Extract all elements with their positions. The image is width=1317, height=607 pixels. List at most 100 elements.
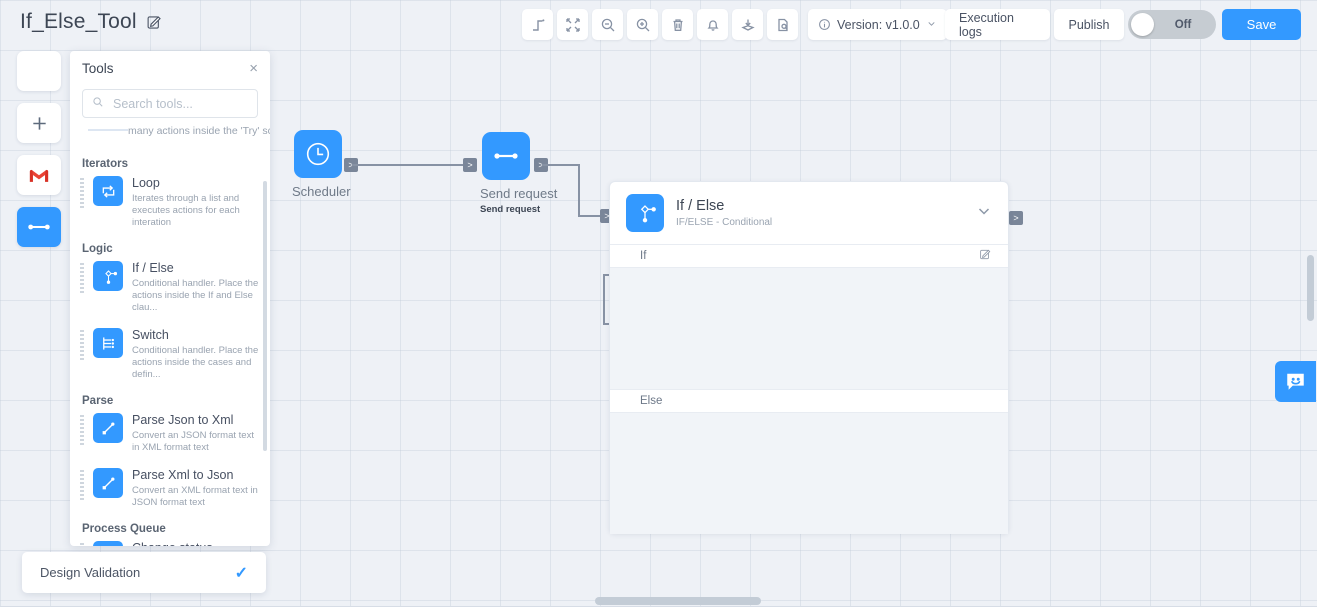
tool-item[interactable]: Loop Iterates through a list and executes… xyxy=(80,176,260,229)
if-branch-label: If xyxy=(640,250,646,262)
trash-icon-button[interactable] xyxy=(662,9,693,40)
tool-item[interactable]: Parse Xml to Json Convert an XML format t… xyxy=(80,468,260,509)
drag-handle-icon[interactable] xyxy=(80,543,84,546)
tools-panel-scrollbar[interactable] xyxy=(263,181,267,451)
node-send-request-label: Send request xyxy=(480,186,532,201)
tool-item-name: Parse Json to Xml xyxy=(132,413,260,428)
if-branch-bar[interactable]: If xyxy=(610,244,1008,268)
else-branch-body xyxy=(610,413,1008,534)
top-toolbar: If_Else_Tool xyxy=(0,0,1317,50)
tool-item-name: Parse Xml to Json xyxy=(132,468,260,483)
if-else-header[interactable]: If / Else IF/ELSE - Conditional xyxy=(610,182,1008,244)
node-send-request[interactable]: Send request Send request xyxy=(480,132,532,215)
save-button[interactable]: Save xyxy=(1222,9,1301,40)
close-icon[interactable]: × xyxy=(249,61,258,76)
workflow-title-group: If_Else_Tool xyxy=(20,10,163,34)
zoom-in-icon-button[interactable] xyxy=(627,9,658,40)
search-tools-field[interactable] xyxy=(82,89,258,118)
parse-xml-json-icon xyxy=(93,468,123,498)
port-sendrequest-in[interactable]: > xyxy=(463,158,477,172)
tools-list[interactable]: many actions inside the 'Try' scop... It… xyxy=(70,123,270,546)
tool-item-desc: Conditional handler. Place the actions i… xyxy=(132,345,260,381)
if-else-subtitle: IF/ELSE - Conditional xyxy=(676,217,772,228)
tool-item-name: Switch xyxy=(132,328,260,343)
edit-title-icon[interactable] xyxy=(146,14,163,31)
check-icon: ✓ xyxy=(235,563,248,583)
execution-logs-button[interactable]: Execution logs xyxy=(945,9,1050,40)
document-search-icon-button[interactable] xyxy=(767,9,798,40)
tools-section-title: Process Queue xyxy=(82,523,260,535)
rail-item-gmail[interactable] xyxy=(17,155,61,195)
version-label: Version: v1.0.0 xyxy=(837,18,920,32)
drag-handle-icon[interactable] xyxy=(80,415,84,445)
wire-sendrequest-h1 xyxy=(542,164,580,166)
chevron-down-icon xyxy=(926,18,937,32)
chevron-down-icon[interactable] xyxy=(976,203,992,224)
tool-item[interactable]: If / Else Conditional handler. Place the … xyxy=(80,261,260,314)
zoom-out-icon-button[interactable] xyxy=(592,9,623,40)
left-rail xyxy=(17,51,61,259)
else-branch-bar[interactable]: Else xyxy=(610,389,1008,413)
design-validation-label: Design Validation xyxy=(40,565,140,580)
drag-handle-icon[interactable] xyxy=(80,178,84,208)
wire-sendrequest-v xyxy=(578,164,580,217)
tools-panel-header: Tools × xyxy=(70,51,270,85)
edit-if-condition-icon[interactable] xyxy=(979,248,992,264)
tool-item-name: Loop xyxy=(132,176,260,191)
loop-icon xyxy=(93,176,123,206)
tool-item-desc: Iterates through a list and executes act… xyxy=(132,193,260,229)
wire-sendrequest-h2 xyxy=(578,215,601,217)
tool-item-desc: Conditional handler. Place the actions i… xyxy=(132,278,260,314)
if-else-title: If / Else xyxy=(676,198,772,215)
tool-item[interactable]: Parse Json to Xml Convert an JSON format … xyxy=(80,413,260,454)
node-scheduler[interactable]: Scheduler xyxy=(292,130,344,199)
tool-item-name: If / Else xyxy=(132,261,260,276)
node-send-request-sub: Send request xyxy=(480,204,532,215)
switch-icon xyxy=(93,328,123,358)
tools-section-title: Iterators xyxy=(82,158,260,170)
node-scheduler-box[interactable] xyxy=(294,130,342,178)
if-else-icon xyxy=(93,261,123,291)
tool-item-desc: Convert an JSON format text in XML forma… xyxy=(132,430,260,454)
canvas-tool-buttons xyxy=(522,9,798,40)
tool-item-name: Change status xyxy=(132,541,260,546)
rail-item-send-request[interactable] xyxy=(17,207,61,247)
if-else-card[interactable]: If / Else IF/ELSE - Conditional If Else xyxy=(609,181,1009,534)
drag-handle-icon[interactable] xyxy=(80,263,84,293)
tool-item[interactable]: Change statusChange the status of one or… xyxy=(80,541,260,546)
publish-button[interactable]: Publish xyxy=(1054,9,1124,40)
wire-scheduler-sendrequest xyxy=(352,164,463,166)
fit-screen-icon-button[interactable] xyxy=(557,9,588,40)
if-else-icon xyxy=(626,194,664,232)
tool-item-desc: Convert an XML format text in JSON forma… xyxy=(132,485,260,509)
enabled-toggle[interactable]: Off xyxy=(1128,10,1216,39)
rail-item-tools[interactable] xyxy=(17,51,61,91)
change-status-icon xyxy=(93,541,123,546)
tools-section-title: Parse xyxy=(82,395,260,407)
partial-divider xyxy=(88,129,128,131)
else-branch-label: Else xyxy=(640,395,662,407)
canvas-vertical-scrollbar[interactable] xyxy=(1307,255,1314,321)
tool-item[interactable]: Switch Conditional handler. Place the act… xyxy=(80,328,260,381)
tools-section-title: Logic xyxy=(82,243,260,255)
toggle-label: Off xyxy=(1154,19,1216,31)
version-selector[interactable]: Version: v1.0.0 xyxy=(808,9,947,40)
tools-panel: Tools × many actions inside the 'Try' sc… xyxy=(70,51,270,546)
design-validation-bar[interactable]: Design Validation ✓ xyxy=(22,552,266,593)
canvas-horizontal-scrollbar[interactable] xyxy=(595,597,761,605)
search-icon xyxy=(92,95,104,113)
rail-item-add[interactable] xyxy=(17,103,61,143)
tools-list-partial-item: many actions inside the 'Try' scop... xyxy=(80,123,260,149)
deploy-icon-button[interactable] xyxy=(732,9,763,40)
node-send-request-box[interactable] xyxy=(482,132,530,180)
drag-handle-icon[interactable] xyxy=(80,470,84,500)
node-scheduler-label: Scheduler xyxy=(292,184,344,199)
partial-item-text: many actions inside the 'Try' scop... xyxy=(128,125,270,137)
port-ifelse-out[interactable]: > xyxy=(1009,211,1023,225)
drag-handle-icon[interactable] xyxy=(80,330,84,360)
feedback-chat-button[interactable] xyxy=(1275,361,1316,402)
step-path-icon-button[interactable] xyxy=(522,9,553,40)
search-input[interactable] xyxy=(111,96,248,112)
wire-if-vert xyxy=(603,274,605,325)
bell-icon-button[interactable] xyxy=(697,9,728,40)
